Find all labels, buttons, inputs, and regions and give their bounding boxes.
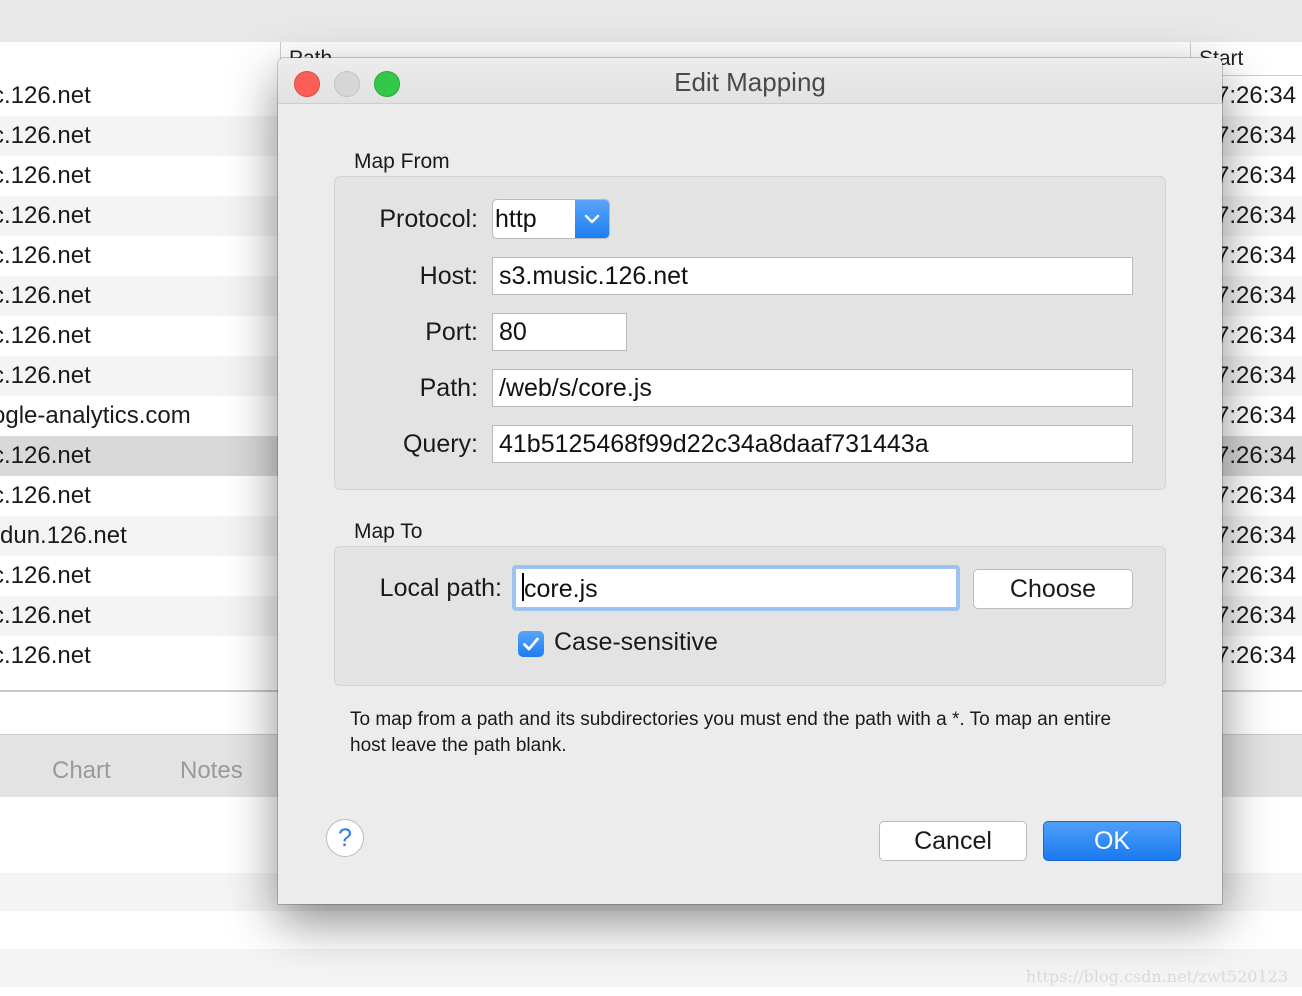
- table-row-host[interactable]: c.126.net: [0, 236, 278, 276]
- table-row-host[interactable]: c.126.net: [0, 556, 278, 596]
- table-row-host[interactable]: c.126.net: [0, 196, 278, 236]
- tab-notes[interactable]: Notes: [180, 757, 243, 785]
- checkmark-icon: [523, 637, 539, 651]
- table-cell-start[interactable]: 7:26:34: [1222, 276, 1302, 316]
- query-label: Query:: [402, 430, 478, 458]
- table-row-host[interactable]: -dun.126.net: [0, 516, 278, 556]
- start-column: 7:26:34 7:26:34 7:26:34 7:26:34 7:26:34 …: [1222, 76, 1302, 676]
- dialog-titlebar[interactable]: Edit Mapping: [278, 58, 1222, 104]
- dialog-title: Edit Mapping: [674, 67, 826, 97]
- table-row-host[interactable]: c.126.net: [0, 76, 278, 116]
- path-label: Path:: [419, 374, 478, 402]
- table-row-host[interactable]: ogle-analytics.com: [0, 396, 278, 436]
- local-path-label: Local path:: [379, 574, 502, 602]
- table-row-host[interactable]: c.126.net: [0, 316, 278, 356]
- map-to-heading: Map To: [354, 520, 423, 543]
- table-row-host[interactable]: c.126.net: [0, 636, 278, 676]
- table-row-host[interactable]: c.126.net: [0, 476, 278, 516]
- protocol-label: Protocol:: [379, 205, 478, 233]
- ok-button[interactable]: OK: [1043, 821, 1181, 861]
- table-row-host[interactable]: c.126.net: [0, 276, 278, 316]
- case-sensitive-label[interactable]: Case-sensitive: [554, 628, 718, 657]
- cancel-button[interactable]: Cancel: [879, 821, 1027, 861]
- table-cell-start[interactable]: 7:26:34: [1222, 556, 1302, 596]
- table-cell-start[interactable]: 7:26:34: [1222, 516, 1302, 556]
- watermark: https://blog.csdn.net/zwt520123: [1025, 967, 1288, 986]
- protocol-select[interactable]: http: [492, 199, 610, 239]
- local-path-field[interactable]: core.js: [512, 565, 960, 611]
- table-cell-start[interactable]: 7:26:34: [1222, 316, 1302, 356]
- help-button[interactable]: ?: [326, 819, 364, 857]
- table-row-host-selected[interactable]: c.126.net: [0, 436, 278, 476]
- local-path-value: core.js: [524, 575, 598, 603]
- table-row-host[interactable]: c.126.net: [0, 116, 278, 156]
- table-cell-start[interactable]: 7:26:34: [1222, 236, 1302, 276]
- port-label: Port:: [425, 318, 478, 346]
- table-cell-start[interactable]: 7:26:34: [1222, 116, 1302, 156]
- host-column: c.126.net c.126.net c.126.net c.126.net …: [0, 76, 278, 676]
- port-field[interactable]: 80: [492, 313, 627, 351]
- table-row-host[interactable]: c.126.net: [0, 356, 278, 396]
- tab-chart[interactable]: Chart: [52, 757, 111, 785]
- host-label: Host:: [419, 262, 478, 290]
- table-cell-start[interactable]: 7:26:34: [1222, 476, 1302, 516]
- background-toolbar: [0, 0, 1302, 42]
- host-field[interactable]: s3.music.126.net: [492, 257, 1133, 295]
- table-row-host[interactable]: c.126.net: [0, 596, 278, 636]
- protocol-value: http: [495, 205, 537, 233]
- table-cell-start[interactable]: 7:26:34: [1222, 596, 1302, 636]
- chevron-down-icon[interactable]: [575, 200, 609, 238]
- case-sensitive-checkbox[interactable]: [518, 631, 544, 657]
- table-cell-start[interactable]: 7:26:34: [1222, 396, 1302, 436]
- table-cell-start[interactable]: 7:26:34: [1222, 356, 1302, 396]
- table-cell-start[interactable]: 7:26:34: [1222, 196, 1302, 236]
- table-cell-start[interactable]: 7:26:34: [1222, 76, 1302, 116]
- map-from-heading: Map From: [354, 150, 450, 173]
- edit-mapping-dialog: Edit Mapping Map From Protocol: http Hos…: [278, 58, 1222, 904]
- query-field[interactable]: 41b5125468f99d22c34a8daaf731443a: [492, 425, 1133, 463]
- choose-button[interactable]: Choose: [973, 569, 1133, 609]
- path-field[interactable]: /web/s/core.js: [492, 369, 1133, 407]
- table-row-host[interactable]: c.126.net: [0, 156, 278, 196]
- mapping-hint-text: To map from a path and its subdirectorie…: [350, 709, 1112, 756]
- table-cell-start-selected[interactable]: 7:26:34: [1222, 436, 1302, 476]
- table-cell-start[interactable]: 7:26:34: [1222, 156, 1302, 196]
- table-cell-start[interactable]: 7:26:34: [1222, 636, 1302, 676]
